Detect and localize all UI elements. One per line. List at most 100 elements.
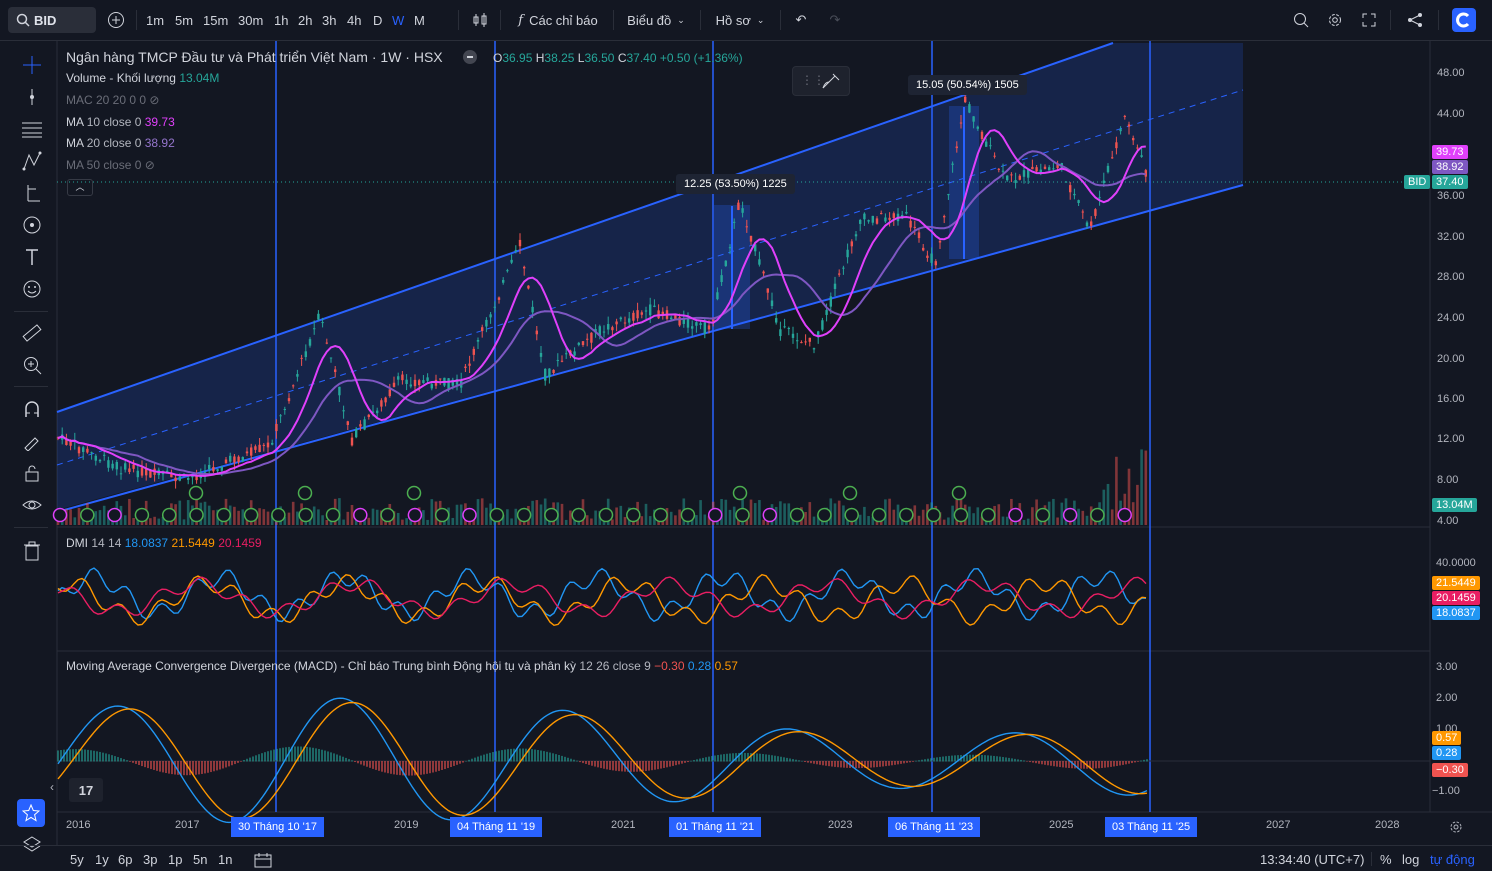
candle-body [775,318,778,323]
candle-body [615,321,618,325]
macd-hist-bar [1068,761,1070,769]
macd-hist-bar [876,761,878,768]
candle-body [510,259,513,263]
candle-body [934,261,937,266]
candle-body [497,297,501,300]
macd-hist-bar [378,761,380,771]
collapse-icon[interactable] [463,50,477,64]
volume-bar [94,511,98,525]
ma20-legend[interactable]: MA 20 close 0 38.92 [66,136,175,150]
volume-bar [1136,484,1139,525]
macd-hist-bar [822,761,824,766]
mac-legend[interactable]: MAC 20 20 0 0 ⊘ [66,93,159,107]
macd-hist-bar [327,751,329,762]
volume-bar [535,500,539,525]
clock[interactable]: 13:34:40 (UTC+7) [1260,852,1364,867]
floating-toolbar[interactable]: ⋮⋮ [792,66,850,96]
macd-hist-bar [135,761,137,764]
bottom-toolbar: 5y 1y 6p 3p 1p 5n 1n 13:34:40 (UTC+7) % log tự… [0,845,1492,871]
macd-hist-bar [255,755,257,762]
candle-body [1035,167,1038,172]
candle-body [405,379,408,384]
volume-bar [611,519,614,525]
candle-body [367,414,370,417]
dmi-legend[interactable]: DMI 14 14 18.0837 21.5449 20.1459 [66,536,262,550]
auto-toggle[interactable]: tự động [1430,852,1475,867]
volume-bar [212,510,215,525]
macd-hist-bar [915,760,917,762]
volume-bar [485,507,488,525]
candle-body [842,267,845,269]
volume-bar [972,513,975,525]
candle-body [485,319,488,327]
candle-body [136,470,139,478]
gear-icon [1450,821,1462,833]
candle-body [838,273,841,275]
eye-off-icon[interactable]: ⊘ [149,93,159,107]
legend-toggle-button[interactable]: ︿ [67,179,93,196]
event-marker [871,507,887,523]
macd-hist-bar [204,761,206,774]
macd-hist-bar [1026,761,1028,762]
macd-hist-bar [546,751,548,762]
macd-hist-bar [84,749,86,762]
volume-bar [867,516,870,525]
range-1y[interactable]: 1y [95,852,109,867]
candle-body [1001,170,1005,172]
macd-hist-bar [258,754,260,762]
collapse-left-icon[interactable]: ‹ [50,780,54,794]
macd-hist-bar [348,759,350,762]
candle-body [1014,180,1017,183]
macd-hist-bar [699,758,701,762]
date-range-button[interactable] [254,852,272,871]
ma20-price-tag: 38.92 [1432,160,1468,174]
macd-hist-bar [681,761,683,764]
tv-logo[interactable]: 17 [69,778,103,802]
range-5y[interactable]: 5y [70,852,84,867]
macd-hist-bar [195,761,197,775]
macd-hist-bar [885,761,887,767]
range-5n[interactable]: 5n [193,852,207,867]
tradingview-logo-icon: 17 [78,782,94,798]
macd-hist-bar [825,761,827,766]
macd-hist-bar [318,748,320,762]
candle-body [342,410,345,412]
log-toggle[interactable]: log [1402,852,1419,867]
macd-hist-bar [591,761,593,766]
symbol-price-tag: BID [1404,175,1431,189]
candle-body [1127,124,1131,127]
event-marker [52,507,68,523]
price-chart[interactable] [0,0,1492,870]
candle-body [985,141,988,147]
candle-body [602,331,606,333]
eye-off-icon[interactable]: ⊘ [145,158,155,172]
candle-body [720,275,723,283]
macd-hist-bar [171,761,173,775]
volume-bar [1140,449,1143,525]
range-1n[interactable]: 1n [218,852,232,867]
chart-settings-button[interactable] [1449,820,1463,837]
range-6p[interactable]: 6p [118,852,132,867]
volume-bar [350,505,354,525]
macd-hist-bar [927,758,929,762]
macd-hist-bar [603,761,605,769]
candle-body [1090,221,1093,226]
macd-legend[interactable]: Moving Average Convergence Divergence (M… [66,659,738,673]
candle-body [909,220,912,228]
candle-body [691,326,694,329]
candle-body [867,220,870,222]
ma50-legend[interactable]: MA 50 close 0 ⊘ [66,158,155,172]
volume-legend[interactable]: Volume - Khối lượng 13.04M [66,71,219,85]
macd-hist-bar [882,761,884,767]
percent-toggle[interactable]: % [1380,852,1392,867]
candle-body [258,444,261,453]
macd-hist-bar [873,761,875,768]
candle-body [363,419,366,430]
range-3p[interactable]: 3p [143,852,157,867]
volume-bar [476,499,480,525]
brush-icon[interactable] [821,72,841,90]
macd-hist-bar [813,761,815,764]
ma10-legend[interactable]: MA 10 close 0 39.73 [66,115,175,129]
candle-body [518,239,522,247]
range-1p[interactable]: 1p [168,852,182,867]
